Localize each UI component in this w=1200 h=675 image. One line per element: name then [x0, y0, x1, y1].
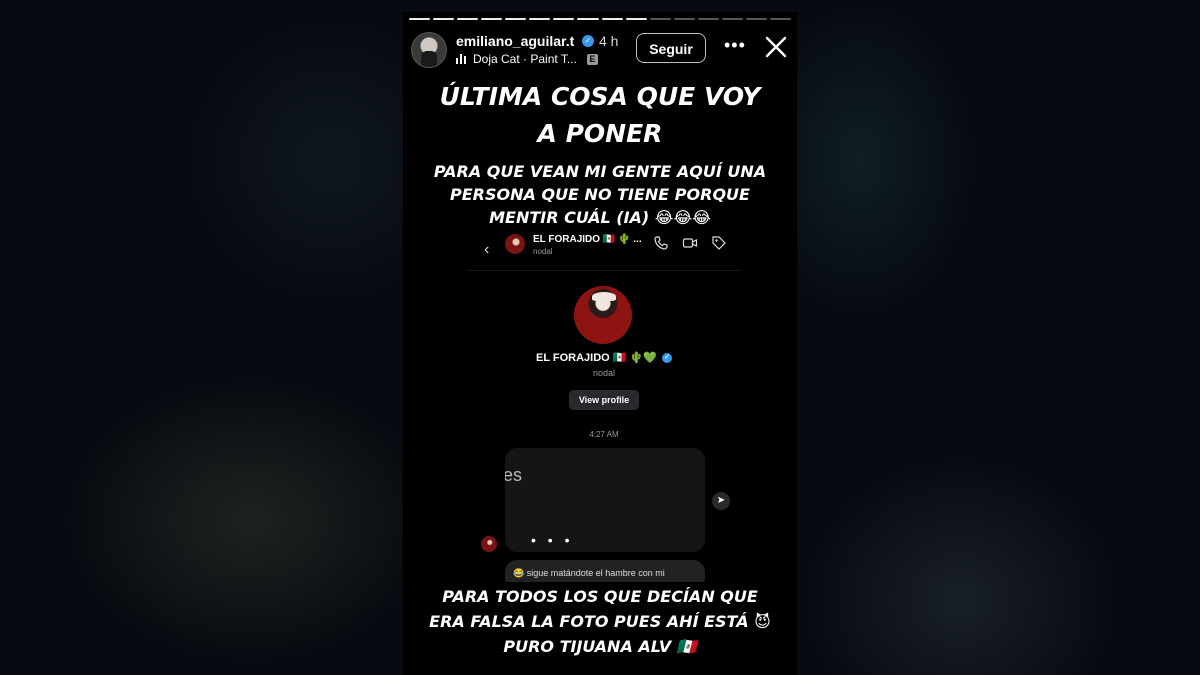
- view-profile-button: View profile: [569, 390, 639, 410]
- profile-avatar: [574, 286, 632, 344]
- progress-segment: [553, 18, 575, 20]
- story-progress-bar: [409, 18, 791, 21]
- caption-top: ÚLTIMA COSA QUE VOY A PONER: [403, 78, 797, 152]
- contact-name: EL FORAJIDO 🇲🇽 🌵 ...: [533, 234, 642, 245]
- equalizer-icon: [456, 54, 466, 64]
- share-icon: ➤: [712, 492, 730, 510]
- follow-button[interactable]: Seguir: [636, 33, 706, 63]
- verified-badge-icon: ✓: [662, 353, 672, 364]
- profile-name-row: EL FORAJIDO 🇲🇽 🌵💚 ✓: [467, 351, 741, 364]
- progress-segment: [673, 18, 695, 20]
- caption-top-line: ÚLTIMA COSA QUE VOY: [439, 82, 761, 111]
- dm-header: ‹ EL FORAJIDO 🇲🇽 🌵 ... nodal: [467, 230, 741, 271]
- progress-segment: [625, 18, 647, 20]
- contact-username: nodal: [533, 247, 553, 256]
- profile-name: EL FORAJIDO 🇲🇽 🌵💚: [535, 352, 657, 364]
- dm-screenshot: ‹ EL FORAJIDO 🇲🇽 🌵 ... nodal EL FORAJIDO…: [467, 230, 741, 582]
- progress-segment: [433, 18, 455, 20]
- story-viewer: emiliano_aguilar.t ✓ 4 h Doja Cat · Pain…: [403, 12, 797, 675]
- caption-bottom-line: ERA FALSA LA FOTO PUES AHÍ ESTÁ 😈: [429, 612, 771, 631]
- caption-middle-line: PARA QUE VEAN MI GENTE AQUÍ UNA: [433, 162, 767, 181]
- message-timestamp: 4:27 AM: [589, 430, 619, 439]
- media-text: es: [505, 465, 523, 485]
- post-time: 4 h: [599, 33, 619, 49]
- tag-icon: [712, 236, 726, 250]
- phone-icon: [654, 236, 668, 250]
- contact-avatar: [505, 234, 525, 254]
- username[interactable]: emiliano_aguilar.t: [456, 33, 574, 49]
- shared-media-message: es • • •: [505, 448, 705, 552]
- progress-segment: [721, 18, 743, 20]
- caption-top-line: A PONER: [537, 119, 663, 148]
- close-icon[interactable]: [765, 36, 787, 58]
- progress-segment: [745, 18, 767, 20]
- progress-segment: [409, 18, 431, 20]
- progress-segment: [769, 18, 791, 20]
- more-horizontal-icon[interactable]: •••: [724, 36, 746, 54]
- music-label[interactable]: Doja Cat · Paint T... E: [456, 52, 598, 66]
- sender-avatar: [481, 536, 497, 552]
- progress-segment: [481, 18, 503, 20]
- typing-dots: • • •: [531, 532, 574, 548]
- explicit-badge: E: [586, 53, 598, 65]
- verified-badge-icon: ✓: [582, 35, 594, 47]
- story-header: emiliano_aguilar.t ✓ 4 h Doja Cat · Pain…: [403, 30, 797, 74]
- progress-segment: [649, 18, 671, 20]
- profile-username: nodal: [592, 368, 616, 378]
- progress-segment: [697, 18, 719, 20]
- progress-segment: [505, 18, 527, 20]
- reply-message: 😂 sigue matándote el hambre con mi: [505, 560, 705, 582]
- back-chevron-icon: ‹: [484, 241, 490, 258]
- progress-segment: [577, 18, 599, 20]
- caption-bottom: PARA TODOS LOS QUE DECÍAN QUE ERA FALSA …: [403, 584, 797, 659]
- caption-middle-line: MENTIR CUÁL (IA) 😂😂😂: [489, 208, 711, 227]
- caption-middle-line: PERSONA QUE NO TIENE PORQUE: [450, 185, 750, 204]
- video-call-icon: [682, 238, 698, 248]
- progress-segment: [457, 18, 479, 20]
- progress-segment: [529, 18, 551, 20]
- caption-middle: PARA QUE VEAN MI GENTE AQUÍ UNA PERSONA …: [403, 160, 797, 229]
- caption-bottom-line: PARA TODOS LOS QUE DECÍAN QUE: [442, 587, 758, 606]
- caption-bottom-line: PURO TIJUANA ALV 🇲🇽: [503, 637, 697, 656]
- music-title: Doja Cat · Paint T...: [473, 52, 577, 66]
- progress-segment: [601, 18, 623, 20]
- user-avatar[interactable]: [411, 32, 447, 68]
